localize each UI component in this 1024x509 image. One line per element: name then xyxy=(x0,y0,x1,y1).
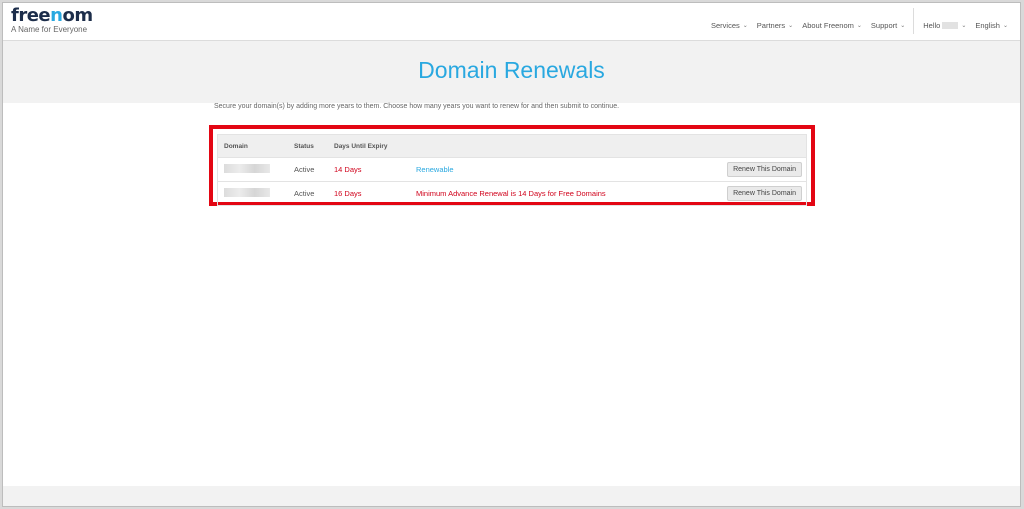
top-navbar: freenom A Name for Everyone Services ⌄ P… xyxy=(3,3,1020,41)
domain-cell xyxy=(218,188,294,199)
nav-partners[interactable]: Partners ⌄ xyxy=(757,21,793,30)
table-row: Active 14 Days Renewable Renew This Doma… xyxy=(218,157,806,181)
domain-cell xyxy=(218,164,294,175)
nav-support-label: Support xyxy=(870,20,898,30)
header-days: Days Until Expiry xyxy=(334,142,388,150)
table-header: Domain Status Days Until Expiry xyxy=(218,135,806,157)
table-row: Active 16 Days Minimum Advance Renewal i… xyxy=(218,181,806,205)
nav-services[interactable]: Services ⌄ xyxy=(711,21,748,30)
nav-services-label: Services xyxy=(711,20,740,30)
nav-support[interactable]: Support ⌄ xyxy=(871,21,905,30)
redacted-domain-name xyxy=(224,164,270,173)
renewals-table: Domain Status Days Until Expiry Active 1… xyxy=(217,134,807,206)
chevron-down-icon: ⌄ xyxy=(742,22,748,29)
page-header-band: Domain Renewals xyxy=(3,41,1020,103)
chevron-down-icon: ⌄ xyxy=(900,22,906,29)
main-nav: Services ⌄ Partners ⌄ About Freenom ⌄ Su… xyxy=(702,8,1008,34)
redacted-username xyxy=(942,21,959,29)
logo-tagline: A Name for Everyone xyxy=(11,25,88,34)
nav-divider xyxy=(913,8,915,34)
header-domain: Domain xyxy=(224,142,248,150)
chevron-down-icon: ⌄ xyxy=(788,22,794,29)
nav-about[interactable]: About Freenom ⌄ xyxy=(802,21,862,30)
footer-band xyxy=(3,486,1020,506)
freenom-logo[interactable]: freenom A Name for Everyone xyxy=(11,5,93,35)
redacted-domain-name xyxy=(224,188,270,197)
chevron-down-icon: ⌄ xyxy=(961,22,967,29)
chevron-down-icon: ⌄ xyxy=(1002,22,1008,29)
page-title: Domain Renewals xyxy=(418,57,605,83)
status-cell: Active xyxy=(294,189,315,198)
header-status: Status xyxy=(294,142,314,150)
days-cell: 14 Days xyxy=(334,165,362,174)
renew-this-domain-button[interactable]: Renew This Domain xyxy=(727,162,802,177)
nav-about-label: About Freenom xyxy=(802,20,854,30)
hello-label: Hello xyxy=(923,20,941,30)
status-cell: Active xyxy=(294,165,315,174)
renew-this-domain-button[interactable]: Renew This Domain xyxy=(727,186,802,201)
nav-language[interactable]: English ⌄ xyxy=(975,21,1008,30)
logo-wordmark: freenom xyxy=(11,5,93,26)
nav-partners-label: Partners xyxy=(756,20,786,30)
browser-frame: freenom A Name for Everyone Services ⌄ P… xyxy=(2,2,1021,507)
days-cell: 16 Days xyxy=(334,189,362,198)
intro-text: Secure your domain(s) by adding more yea… xyxy=(214,103,620,110)
highlight-annotation-box: Domain Status Days Until Expiry Active 1… xyxy=(209,125,815,206)
chevron-down-icon: ⌄ xyxy=(856,22,862,29)
language-label: English xyxy=(975,20,1000,30)
nav-user-menu[interactable]: Hello ⌄ xyxy=(923,21,966,30)
